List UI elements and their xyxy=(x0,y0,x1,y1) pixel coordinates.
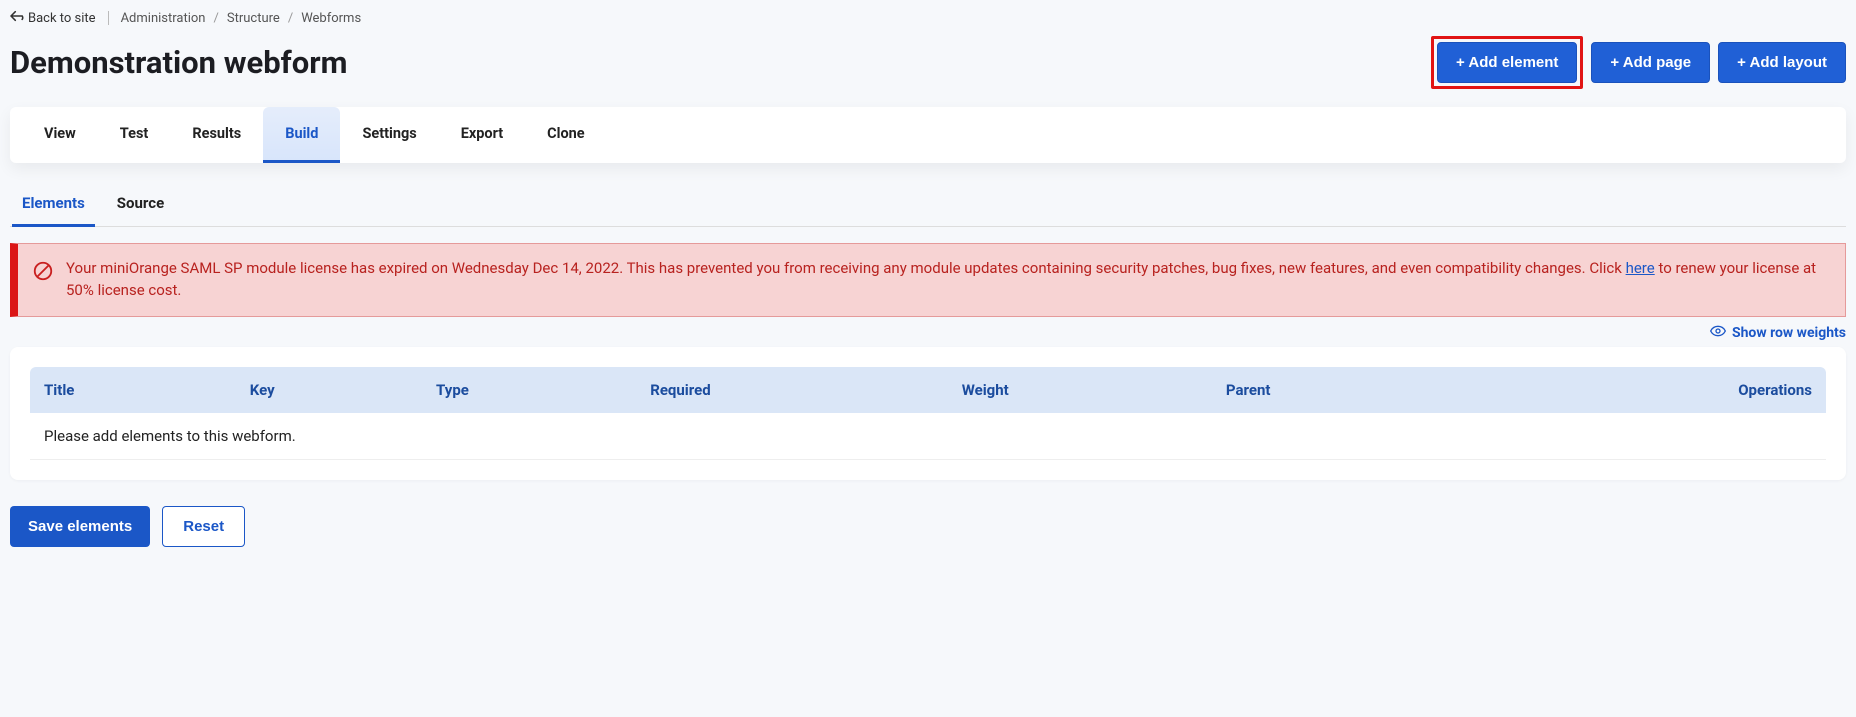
primary-tabs-container: View Test Results Build Settings Export … xyxy=(0,107,1856,163)
page-title: Demonstration webform xyxy=(10,44,348,81)
th-type[interactable]: Type xyxy=(422,367,636,413)
alert-link[interactable]: here xyxy=(1626,259,1655,277)
add-layout-button[interactable]: + Add layout xyxy=(1718,42,1846,83)
th-parent[interactable]: Parent xyxy=(1212,367,1468,413)
th-key[interactable]: Key xyxy=(236,367,422,413)
alert-text: Your miniOrange SAML SP module license h… xyxy=(66,258,1829,302)
subtab-source[interactable]: Source xyxy=(107,182,174,227)
back-arrow-icon xyxy=(10,10,24,26)
tab-test[interactable]: Test xyxy=(98,107,171,163)
show-row-weights-link[interactable]: Show row weights xyxy=(10,325,1846,341)
content: Elements Source Your miniOrange SAML SP … xyxy=(0,163,1856,557)
breadcrumb-structure[interactable]: Structure xyxy=(227,11,280,26)
license-alert: Your miniOrange SAML SP module license h… xyxy=(10,243,1846,317)
breadcrumb-separator: / xyxy=(288,11,293,26)
breadcrumb: Administration / Structure / Webforms xyxy=(121,11,362,26)
bottom-actions: Save elements Reset xyxy=(10,480,1846,547)
th-title[interactable]: Title xyxy=(30,367,236,413)
tab-view[interactable]: View xyxy=(22,107,98,163)
subtab-elements[interactable]: Elements xyxy=(12,182,95,227)
prohibited-icon xyxy=(32,260,54,289)
reset-button[interactable]: Reset xyxy=(162,506,245,547)
header-row: Demonstration webform + Add element + Ad… xyxy=(0,32,1856,107)
add-page-button[interactable]: + Add page xyxy=(1591,42,1710,83)
th-required[interactable]: Required xyxy=(636,367,948,413)
eye-icon xyxy=(1710,325,1726,341)
show-row-weights-label: Show row weights xyxy=(1732,325,1846,341)
table-row-empty: Please add elements to this webform. xyxy=(30,413,1826,460)
breadcrumb-webforms[interactable]: Webforms xyxy=(301,11,361,26)
th-weight[interactable]: Weight xyxy=(948,367,1212,413)
elements-table: Title Key Type Required Weight Parent Op… xyxy=(30,367,1826,460)
tab-results[interactable]: Results xyxy=(170,107,263,163)
empty-message: Please add elements to this webform. xyxy=(30,413,1826,460)
tab-settings[interactable]: Settings xyxy=(340,107,438,163)
back-to-site-link[interactable]: Back to site xyxy=(10,10,96,26)
breadcrumb-administration[interactable]: Administration xyxy=(121,11,206,26)
divider xyxy=(108,11,109,25)
add-element-button[interactable]: + Add element xyxy=(1437,42,1577,83)
top-bar: Back to site Administration / Structure … xyxy=(0,0,1856,32)
tab-clone[interactable]: Clone xyxy=(525,107,606,163)
th-operations[interactable]: Operations xyxy=(1467,367,1826,413)
elements-panel: Title Key Type Required Weight Parent Op… xyxy=(10,347,1846,480)
back-to-site-label: Back to site xyxy=(28,11,96,26)
action-buttons: + Add element + Add page + Add layout xyxy=(1431,36,1846,89)
breadcrumb-separator: / xyxy=(213,11,218,26)
table-header-row: Title Key Type Required Weight Parent Op… xyxy=(30,367,1826,413)
save-elements-button[interactable]: Save elements xyxy=(10,506,150,547)
tab-build[interactable]: Build xyxy=(263,107,340,163)
primary-tabs: View Test Results Build Settings Export … xyxy=(10,107,1846,163)
alert-text-before: Your miniOrange SAML SP module license h… xyxy=(66,259,1626,277)
highlight-annotation: + Add element xyxy=(1431,36,1583,89)
secondary-tabs: Elements Source xyxy=(10,181,1846,227)
tab-export[interactable]: Export xyxy=(439,107,525,163)
